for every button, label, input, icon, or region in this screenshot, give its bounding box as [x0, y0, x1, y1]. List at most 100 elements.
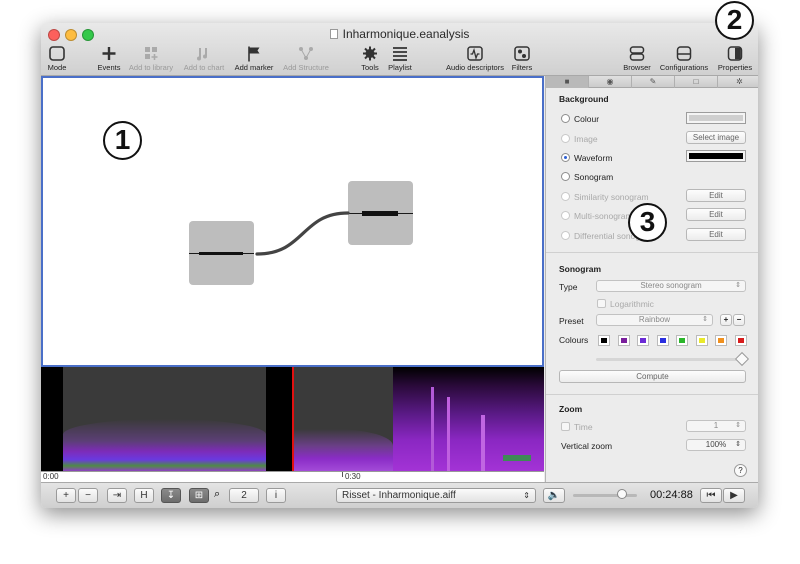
mode-button[interactable]: Mode — [45, 45, 69, 73]
window-title: Inharmonique.eanalysis — [41, 27, 758, 41]
document-icon — [329, 29, 338, 39]
colour-swatch-fill — [601, 338, 607, 343]
edit-multi-button[interactable]: Edit — [686, 208, 746, 221]
tab-settings[interactable]: ✲ — [718, 76, 758, 88]
volume-slider-track[interactable] — [573, 494, 637, 497]
time-ruler[interactable]: 0:00 0:30 — [41, 471, 544, 482]
add-marker-button[interactable]: Add marker — [232, 45, 276, 73]
sonogram-band — [503, 455, 531, 461]
image-radio[interactable] — [561, 134, 570, 143]
colour-swatch[interactable] — [656, 335, 669, 346]
time-zoom-stepper[interactable]: 1 ⇕ — [686, 420, 746, 432]
sonogram-view[interactable] — [41, 367, 544, 471]
playhead[interactable] — [292, 367, 294, 471]
multi-sonogram-radio[interactable] — [561, 211, 570, 220]
colour-swatch[interactable] — [676, 335, 688, 346]
sonogram-track-right — [393, 367, 544, 471]
colour-swatch-fill — [718, 338, 724, 343]
fit-button[interactable]: ⇥ — [107, 488, 127, 503]
similarity-radio[interactable] — [561, 192, 570, 201]
mode-icon — [49, 46, 65, 61]
select-image-button[interactable]: Select image — [686, 131, 746, 144]
colour-slider-knob[interactable] — [734, 351, 750, 367]
preset-select[interactable]: Rainbow ⇕ — [596, 314, 713, 326]
chevron-updown-icon: ⇕ — [735, 422, 741, 429]
events-button[interactable]: Events — [96, 45, 122, 73]
colour-swatch[interactable] — [734, 335, 747, 346]
tab-layout[interactable]: □ — [675, 76, 718, 88]
snap-button[interactable]: ⊞ — [189, 488, 209, 503]
zoom-out-button[interactable]: − — [78, 488, 98, 503]
colour-slider-track[interactable] — [596, 358, 741, 361]
browser-label: Browser — [623, 63, 651, 72]
volume-button[interactable]: 🔈 — [543, 488, 565, 503]
waveform-radio[interactable] — [561, 153, 570, 162]
add-to-library-button[interactable]: Add to library — [126, 45, 176, 73]
audio-descriptors-button[interactable]: Audio descriptors — [443, 45, 507, 73]
callout-2: 2 — [715, 1, 754, 40]
app-window: Inharmonique.eanalysis Mode Events Add t… — [41, 23, 758, 508]
colour-radio[interactable] — [561, 114, 570, 123]
add-structure-button[interactable]: Add Structure — [280, 45, 332, 73]
title-bar: Inharmonique.eanalysis Mode Events Add t… — [41, 23, 758, 76]
colour-label: Colour — [574, 114, 600, 124]
square-icon: ■ — [564, 77, 570, 86]
colour-swatch[interactable] — [715, 335, 727, 346]
help-button[interactable]: ? — [734, 464, 747, 477]
volume-slider-knob[interactable] — [617, 489, 627, 499]
browser-button[interactable]: Browser — [622, 45, 652, 73]
similarity-label: Similarity sonogram — [574, 192, 649, 202]
follow-button[interactable]: ↧ — [161, 488, 181, 503]
fit-icon: ⇥ — [112, 490, 122, 501]
time-zoom-checkbox[interactable] — [561, 422, 570, 431]
colour-swatch-fill — [640, 338, 646, 343]
chevron-updown-icon: ⇕ — [702, 316, 708, 323]
properties-button[interactable]: Properties — [715, 45, 755, 73]
configurations-icon — [676, 46, 692, 61]
colour-swatch[interactable] — [637, 335, 649, 346]
add-to-chart-button[interactable]: Add to chart — [181, 45, 227, 73]
sonogram-track-left — [63, 367, 266, 471]
differential-radio[interactable] — [561, 231, 570, 240]
sonogram-radio[interactable] — [561, 172, 570, 181]
filters-button[interactable]: Filters — [510, 45, 534, 73]
audio-descriptors-icon — [467, 46, 483, 61]
tab-tools[interactable]: ✎ — [632, 76, 675, 88]
edit-similarity-button[interactable]: Edit — [686, 189, 746, 202]
tools-button[interactable]: Tools — [358, 45, 382, 73]
waveform-label: Waveform — [574, 153, 613, 163]
waveform-colour-fill — [689, 153, 743, 159]
remove-preset-button[interactable]: − — [733, 314, 745, 326]
waveform-colour-well[interactable] — [686, 150, 746, 162]
configurations-button[interactable]: Configurations — [656, 45, 712, 73]
vertical-zoom-stepper[interactable]: 100% ⇕ — [686, 439, 746, 451]
edit-differential-button[interactable]: Edit — [686, 228, 746, 241]
play-button[interactable]: ▶ — [723, 488, 745, 503]
colour-swatch[interactable] — [695, 335, 708, 346]
type-select-value: Stereo sonogram — [640, 281, 702, 290]
file-select[interactable]: Risset - Inharmonique.aiff ⇕ — [336, 488, 536, 503]
analysis-canvas[interactable] — [41, 76, 544, 367]
sonogram-partial — [447, 397, 450, 471]
compute-button[interactable]: Compute — [559, 370, 746, 383]
rewind-button[interactable]: ⏮ — [700, 488, 722, 503]
type-select[interactable]: Stereo sonogram ⇕ — [596, 280, 746, 292]
info-button[interactable]: i — [266, 488, 286, 503]
browser-icon — [629, 46, 645, 61]
h-button[interactable]: H — [134, 488, 154, 503]
tab-view[interactable]: ◉ — [589, 76, 632, 88]
gear-icon — [363, 46, 377, 61]
add-preset-button[interactable]: + — [720, 314, 732, 326]
colour-swatch[interactable] — [617, 335, 630, 346]
zoom-in-button[interactable]: + — [56, 488, 76, 503]
logarithmic-checkbox[interactable] — [597, 299, 606, 308]
playlist-button[interactable]: Playlist — [386, 45, 414, 73]
tab-background[interactable]: ■ — [546, 76, 589, 88]
file-select-value: Risset - Inharmonique.aiff — [342, 490, 456, 501]
colour-well[interactable] — [686, 112, 746, 124]
colour-swatch[interactable] — [598, 335, 610, 346]
zoom-value-field[interactable]: 2 — [229, 488, 259, 503]
time-display: 00:24:88 — [650, 489, 693, 501]
preset-label: Preset — [559, 316, 584, 326]
chevron-updown-icon: ⇕ — [735, 441, 741, 448]
